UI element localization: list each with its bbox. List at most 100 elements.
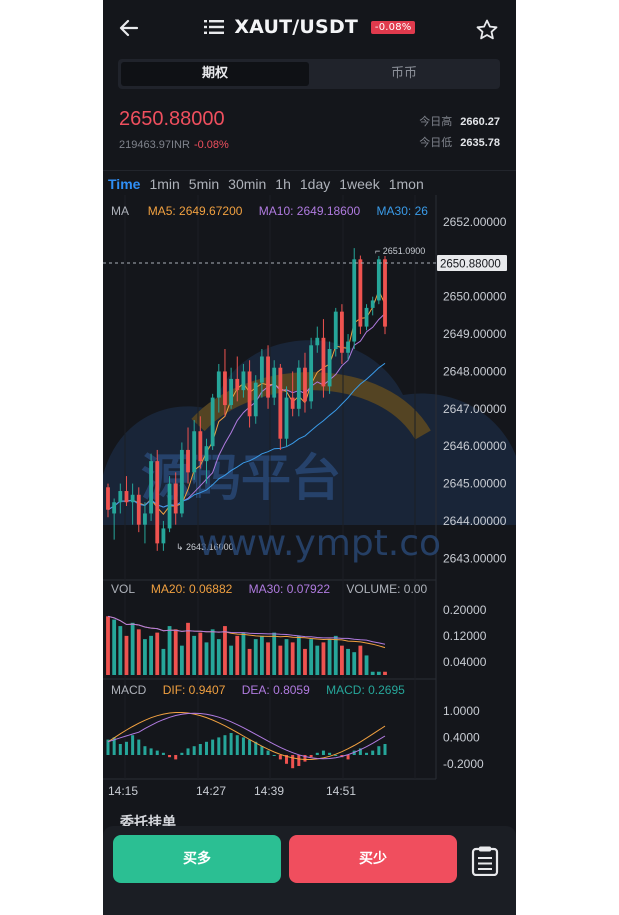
volume-bar <box>112 619 117 675</box>
macd-legend: MACD DIF: 0.9407 DEA: 0.8059 MACD: 0.269… <box>111 683 405 697</box>
macd-bar <box>204 741 208 755</box>
candle-body <box>340 311 344 353</box>
volume-bar <box>143 639 147 675</box>
volume-bar <box>124 635 129 675</box>
tab-spot[interactable]: 币币 <box>311 62 497 86</box>
macd-bar <box>124 741 128 755</box>
volume-bar <box>235 635 240 675</box>
vol-axis-label: 0.12000 <box>443 629 487 643</box>
tab-1min[interactable]: 1min <box>149 176 179 192</box>
kline-chart[interactable]: 源码平台 2652.000002651.000002650.000002649.… <box>103 195 516 805</box>
macd-axis-label: -0.2000 <box>443 757 484 771</box>
candle-body <box>278 367 283 439</box>
volume-bar <box>204 642 209 675</box>
volume-bar <box>327 639 332 675</box>
volume-bar <box>346 648 350 675</box>
volume-bar <box>155 632 160 675</box>
tab-30min[interactable]: 30min <box>228 176 266 192</box>
candle-body <box>290 397 295 409</box>
volume-value: VOLUME: 0.00 <box>346 582 428 596</box>
candle-body <box>241 371 246 391</box>
tab-5min[interactable]: 5min <box>189 176 219 192</box>
price-axis-label: 2647.00000 <box>443 402 507 416</box>
volume-bar <box>198 632 203 675</box>
time-axis-label: 14:51 <box>326 784 356 798</box>
macd-bar <box>223 735 227 755</box>
candle-body <box>192 431 197 473</box>
low-label: 今日低 <box>419 137 453 149</box>
macd-axis-label: 0.4000 <box>443 730 480 744</box>
macd-axis-label: 1.0000 <box>443 704 480 718</box>
price-axis-label: 2643.00000 <box>443 551 507 565</box>
volume-bar <box>290 642 295 675</box>
macd-value: MACD: 0.2695 <box>326 683 405 697</box>
volume-bar <box>376 671 381 675</box>
candle-body <box>143 513 147 525</box>
volume-bar <box>173 629 178 675</box>
macd-bar <box>174 755 178 760</box>
vol-legend: VOL MA20: 0.06882 MA30: 0.07922 VOLUME: … <box>111 582 427 596</box>
macd-bar <box>328 752 332 755</box>
tab-1week[interactable]: 1week <box>339 176 379 192</box>
candle-body <box>346 341 350 353</box>
buy-short-button[interactable]: 买少 <box>289 835 457 883</box>
tab-1mon[interactable]: 1mon <box>389 176 424 192</box>
candle-body <box>272 367 277 398</box>
time-axis-label: 14:27 <box>196 784 226 798</box>
volume-bar <box>216 639 221 675</box>
market-title[interactable]: XAUT/USDT -0.08% <box>103 16 516 38</box>
symbol-name: XAUT/USDT <box>234 16 359 38</box>
tab-1h[interactable]: 1h <box>275 176 291 192</box>
volume-bar <box>333 635 338 675</box>
macd-bar <box>272 755 276 756</box>
macd-bar <box>377 746 381 755</box>
macd-bar <box>383 744 387 755</box>
volume-bar <box>364 655 369 675</box>
change-badge: -0.08% <box>370 21 416 34</box>
macd-bar <box>149 748 153 755</box>
low-value: 2635.78 <box>460 137 500 149</box>
vol-legend-label: VOL <box>111 582 135 596</box>
volume-bar <box>179 645 184 675</box>
macd-bar <box>186 748 190 755</box>
tab-options[interactable]: 期权 <box>121 62 309 86</box>
list-menu-icon[interactable] <box>203 19 224 35</box>
buy-long-button[interactable]: 买多 <box>113 835 281 883</box>
macd-bar <box>180 752 184 755</box>
volume-bars <box>106 615 387 675</box>
vol-axis-label: 0.04000 <box>443 655 487 669</box>
volume-bar <box>315 645 320 675</box>
volume-bar <box>192 635 197 675</box>
high-label: 今日高 <box>419 116 453 128</box>
price-axis-label: 2645.00000 <box>443 477 507 491</box>
ma10-value: MA10: 2649.18600 <box>258 204 361 218</box>
macd-bar <box>155 750 159 755</box>
volume-bar <box>106 616 110 675</box>
candle-body <box>358 259 363 327</box>
candle-body <box>204 446 209 462</box>
macd-bar <box>371 750 375 755</box>
macd-bar <box>192 746 196 755</box>
volume-bar <box>284 639 289 675</box>
dif-value: DIF: 0.9407 <box>162 683 226 697</box>
volume-bar <box>321 642 326 675</box>
candle-body <box>296 367 301 409</box>
ma30-value: MA30: 26 <box>376 204 428 218</box>
macd-histogram <box>106 712 387 769</box>
macd-bar <box>137 739 141 755</box>
candle-body <box>173 483 178 514</box>
candle-body <box>253 382 258 417</box>
watermark-url: www.ympt.co <box>198 523 441 564</box>
candle-body <box>186 449 190 473</box>
macd-bar <box>217 737 221 755</box>
tab-1day[interactable]: 1day <box>300 176 330 192</box>
order-list-icon[interactable] <box>471 846 499 876</box>
macd-bar <box>278 755 282 760</box>
high-value: 2660.27 <box>460 116 500 128</box>
candle-body <box>315 337 320 346</box>
volume-bar <box>358 645 363 675</box>
volume-bar <box>118 626 123 675</box>
tab-time[interactable]: Time <box>108 176 140 192</box>
favorite-star-icon[interactable] <box>475 18 499 42</box>
macd-bar <box>365 752 369 755</box>
